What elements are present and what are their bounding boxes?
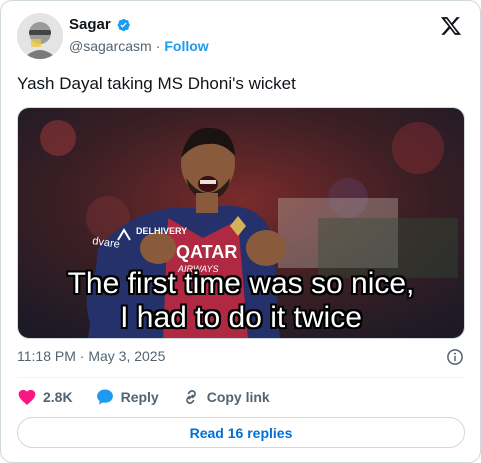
separator-dot: · xyxy=(155,38,161,54)
author-handle-row: @sagarcasm · Follow xyxy=(69,38,209,54)
follow-link[interactable]: Follow xyxy=(164,38,208,54)
tweet-timestamp[interactable]: 11:18 PM · May 3, 2025 xyxy=(17,348,165,364)
reply-bubble-icon xyxy=(96,389,113,405)
like-count: 2.8K xyxy=(43,389,73,405)
read-replies-label: Read 16 replies xyxy=(189,424,293,441)
media-caption-line-1: The first time was so nice, xyxy=(67,267,415,300)
copy-link-label: Copy link xyxy=(206,389,270,405)
avatar[interactable] xyxy=(17,13,63,59)
author-handle[interactable]: @sagarcasm xyxy=(69,38,152,54)
tweet-actions-bar: 2.8K Reply Copy link xyxy=(17,387,292,407)
reply-button[interactable]: Reply xyxy=(95,387,159,407)
avatar-image xyxy=(17,13,63,59)
divider xyxy=(17,377,464,378)
jersey-sponsor-2: QATAR xyxy=(176,242,237,262)
heart-icon xyxy=(18,389,36,405)
media-caption-line-2: I had to do it twice xyxy=(120,301,362,334)
copy-link-button[interactable]: Copy link xyxy=(181,387,270,407)
x-logo-icon[interactable] xyxy=(440,15,462,37)
tweet-text: Yash Dayal taking MS Dhoni's wicket xyxy=(17,74,296,93)
jersey-sponsor-1: DELHIVERY xyxy=(136,226,187,236)
timestamp-row: 11:18 PM · May 3, 2025 xyxy=(17,348,165,364)
author-name-row: Sagar xyxy=(69,16,131,33)
link-icon xyxy=(185,390,196,404)
reply-label: Reply xyxy=(120,389,159,405)
info-icon[interactable] xyxy=(446,348,464,366)
embedded-tweet-card: Sagar @sagarcasm · Follow Yash Dayal tak… xyxy=(0,0,481,463)
tweet-media-image[interactable]: DELHIVERY QATAR AIRWAYS dvare The first … xyxy=(17,107,465,339)
like-button[interactable]: 2.8K xyxy=(17,387,73,407)
read-replies-button[interactable]: Read 16 replies xyxy=(17,417,465,448)
verified-badge-icon xyxy=(117,18,130,31)
author-display-name[interactable]: Sagar xyxy=(69,16,111,33)
